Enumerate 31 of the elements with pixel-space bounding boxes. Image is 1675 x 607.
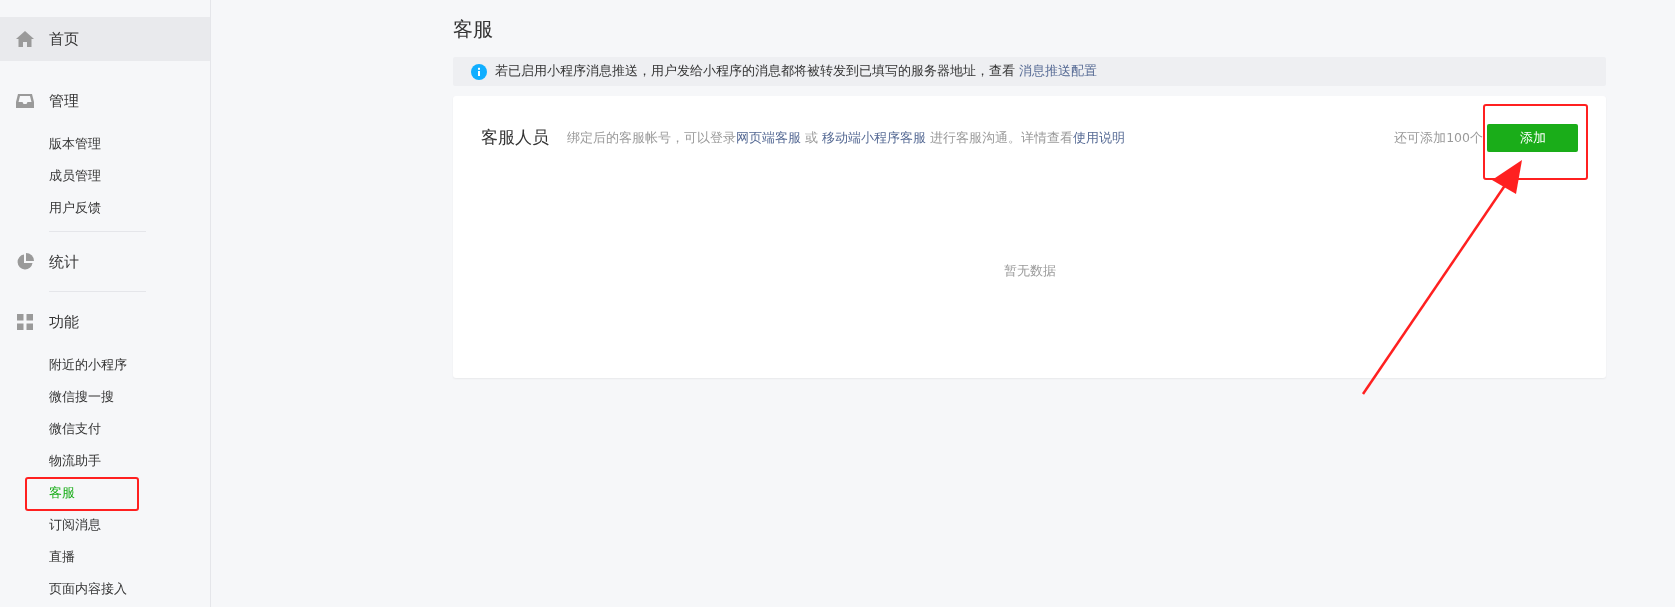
description-text: 绑定后的客服帐号，可以登录 xyxy=(567,129,736,147)
sidebar-group-item[interactable]: 统计 xyxy=(0,240,210,284)
page-title: 客服 xyxy=(453,16,494,43)
help-link[interactable]: 移动端小程序客服 xyxy=(821,129,926,147)
home-icon xyxy=(15,31,34,47)
sidebar-item[interactable]: 版本管理 xyxy=(49,135,101,153)
sidebar-group-item[interactable]: 功能 xyxy=(0,300,210,344)
notice-text: 若已启用小程序消息推送，用户发给小程序的消息都将被转发到已填写的服务器地址，查看 xyxy=(495,63,1015,80)
sidebar-item[interactable]: 物流助手 xyxy=(49,452,101,470)
remaining-count: 还可添加100个 xyxy=(1394,129,1483,147)
description-text: 进行客服沟通。详情查看 xyxy=(928,129,1073,147)
sidebar-item[interactable]: 页面内容接入 xyxy=(49,580,127,598)
help-link[interactable]: 使用说明 xyxy=(1072,129,1125,147)
help-link[interactable]: 网页端客服 xyxy=(736,129,801,147)
sidebar-item[interactable]: 成员管理 xyxy=(49,167,101,185)
inbox-icon xyxy=(15,93,34,109)
grid-icon xyxy=(16,314,33,330)
card-title: 客服人员 xyxy=(481,127,549,149)
config-link[interactable]: 消息推送配置 xyxy=(1019,63,1097,80)
sidebar-item[interactable]: 用户反馈 xyxy=(49,199,101,217)
sidebar-group-item[interactable]: 管理 xyxy=(0,79,210,123)
pie-chart-icon xyxy=(15,253,34,271)
sidebar-item[interactable]: 微信搜一搜 xyxy=(49,388,114,406)
sidebar-item[interactable]: 附近的小程序 xyxy=(49,356,127,374)
sidebar-item[interactable]: 订阅消息 xyxy=(49,516,101,534)
info-icon xyxy=(471,63,487,80)
sidebar-item[interactable]: 直播 xyxy=(49,548,75,566)
description-text: 或 xyxy=(803,129,819,147)
sidebar-item[interactable]: 微信支付 xyxy=(49,420,101,438)
empty-message: 暂无数据 xyxy=(1002,263,1057,280)
sidebar-group-item[interactable]: 首页 xyxy=(0,17,210,61)
